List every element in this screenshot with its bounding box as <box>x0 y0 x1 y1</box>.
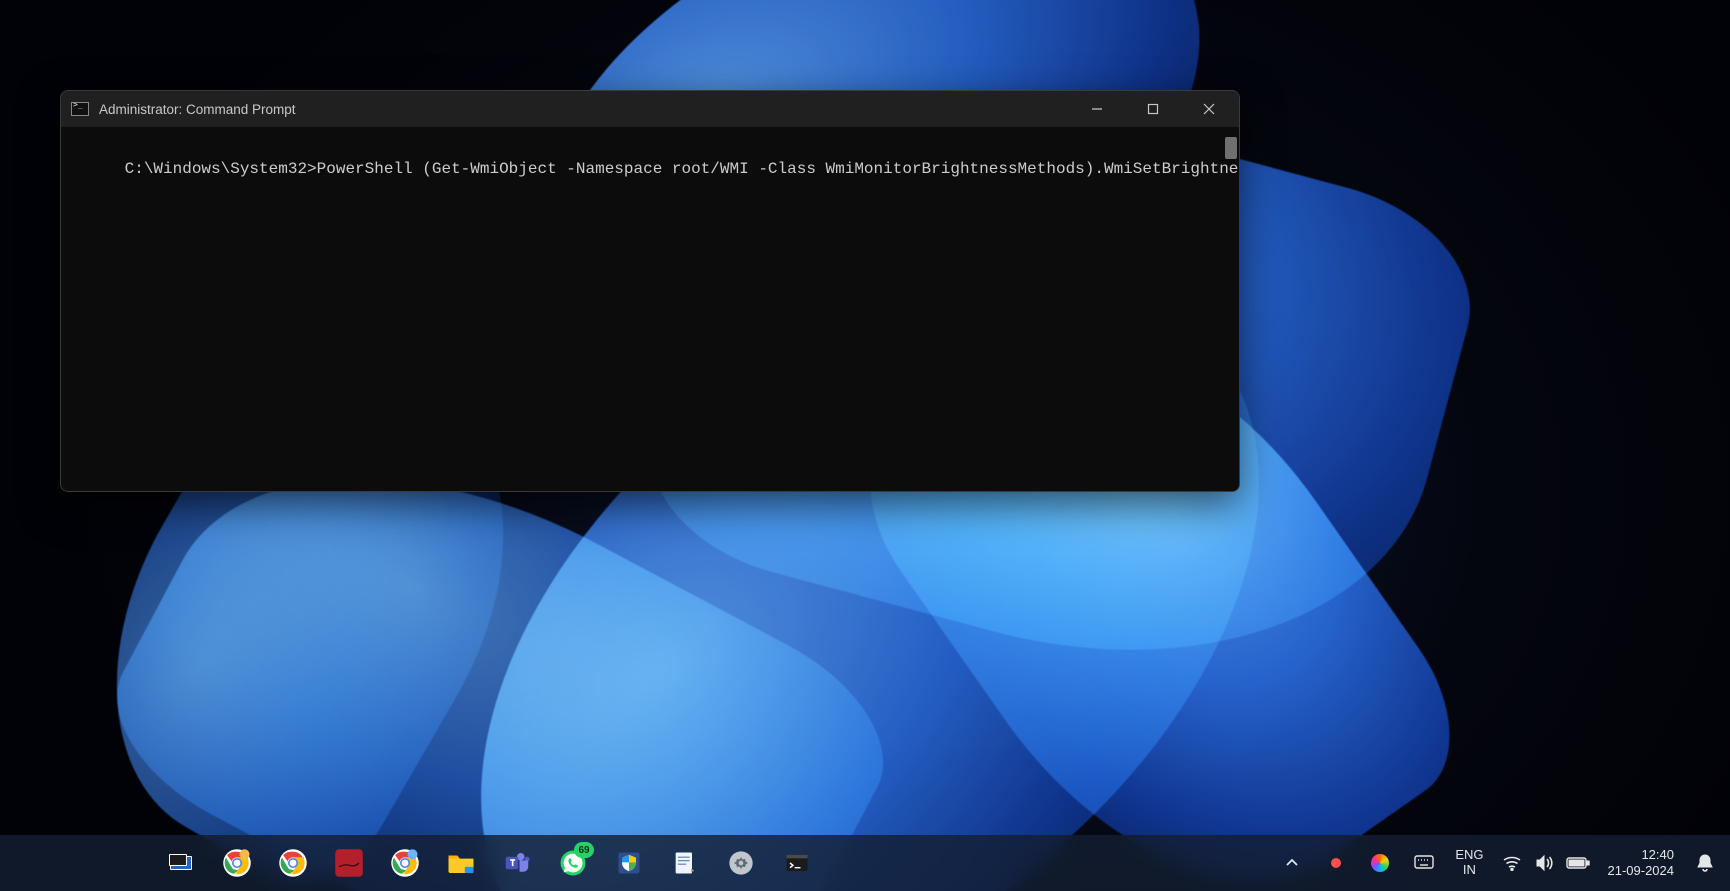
tray-overflow-button[interactable] <box>1279 843 1305 883</box>
terminal-prompt: C:\Windows\System32> <box>125 160 317 178</box>
color-circle-icon <box>1371 854 1389 872</box>
maximize-icon <box>1147 103 1159 115</box>
taskbar-security-app[interactable] <box>608 842 650 884</box>
taskbar-chrome-profile-2[interactable] <box>272 842 314 884</box>
teams-icon <box>502 848 532 878</box>
tray-notifications[interactable] <box>1692 843 1718 883</box>
system-tray: ENG IN 12:40 21-09-2024 <box>1279 843 1718 883</box>
language-top: ENG <box>1455 848 1483 863</box>
tray-color-app[interactable] <box>1367 843 1393 883</box>
close-button[interactable] <box>1181 91 1237 127</box>
titlebar[interactable]: Administrator: Command Prompt <box>61 91 1239 127</box>
terminal-scrollbar[interactable] <box>1225 137 1237 159</box>
record-dot-icon <box>1331 858 1341 868</box>
taskbar: 69 <box>0 835 1730 891</box>
desktop: Administrator: Command Prompt C:\Windows… <box>0 0 1730 891</box>
note-app-icon <box>671 849 699 877</box>
taskbar-settings[interactable] <box>720 842 762 884</box>
terminal-command: PowerShell (Get-WmiObject -Namespace roo… <box>317 160 1240 178</box>
gear-icon <box>727 849 755 877</box>
chevron-up-icon <box>1285 856 1299 870</box>
chrome-icon <box>390 848 420 878</box>
tray-language-switcher[interactable]: ENG IN <box>1455 848 1483 878</box>
tray-recording-indicator[interactable] <box>1323 843 1349 883</box>
chrome-icon <box>278 848 308 878</box>
chrome-icon <box>222 848 252 878</box>
clock-date: 21-09-2024 <box>1608 863 1675 879</box>
taskbar-terminal[interactable] <box>776 842 818 884</box>
terminal-icon <box>783 849 811 877</box>
taskbar-whatsapp[interactable]: 69 <box>552 842 594 884</box>
keyboard-icon <box>1414 855 1434 871</box>
taskbar-teams[interactable] <box>496 842 538 884</box>
tray-clock[interactable]: 12:40 21-09-2024 <box>1608 847 1675 878</box>
command-prompt-window[interactable]: Administrator: Command Prompt C:\Windows… <box>60 90 1240 492</box>
red-app-icon <box>334 848 364 878</box>
taskbar-chrome-profile-1[interactable] <box>216 842 258 884</box>
volume-icon <box>1534 854 1554 872</box>
folder-icon <box>446 848 476 878</box>
terminal-body[interactable]: C:\Windows\System32>PowerShell (Get-WmiO… <box>61 127 1239 491</box>
clock-time: 12:40 <box>1608 847 1675 863</box>
taskbar-app-red[interactable] <box>328 842 370 884</box>
shield-uac-icon <box>615 849 643 877</box>
minimize-button[interactable] <box>1069 91 1125 127</box>
cmd-icon <box>71 102 89 116</box>
tray-network-sound-battery[interactable] <box>1502 854 1590 872</box>
bell-icon <box>1696 853 1714 873</box>
minimize-icon <box>1091 103 1103 115</box>
wifi-icon <box>1502 855 1522 871</box>
taskbar-chrome-profile-3[interactable] <box>384 842 426 884</box>
whatsapp-badge: 69 <box>574 842 594 858</box>
taskbar-pinned-apps: 69 <box>160 842 818 884</box>
window-controls <box>1069 91 1237 127</box>
battery-icon <box>1566 856 1590 870</box>
maximize-button[interactable] <box>1125 91 1181 127</box>
window-title: Administrator: Command Prompt <box>99 102 296 117</box>
close-icon <box>1203 103 1215 115</box>
language-bottom: IN <box>1455 863 1483 878</box>
task-view-icon <box>167 849 195 877</box>
taskbar-notepad-app[interactable] <box>664 842 706 884</box>
taskbar-file-explorer[interactable] <box>440 842 482 884</box>
tray-touch-keyboard[interactable] <box>1411 843 1437 883</box>
taskbar-task-view[interactable] <box>160 842 202 884</box>
